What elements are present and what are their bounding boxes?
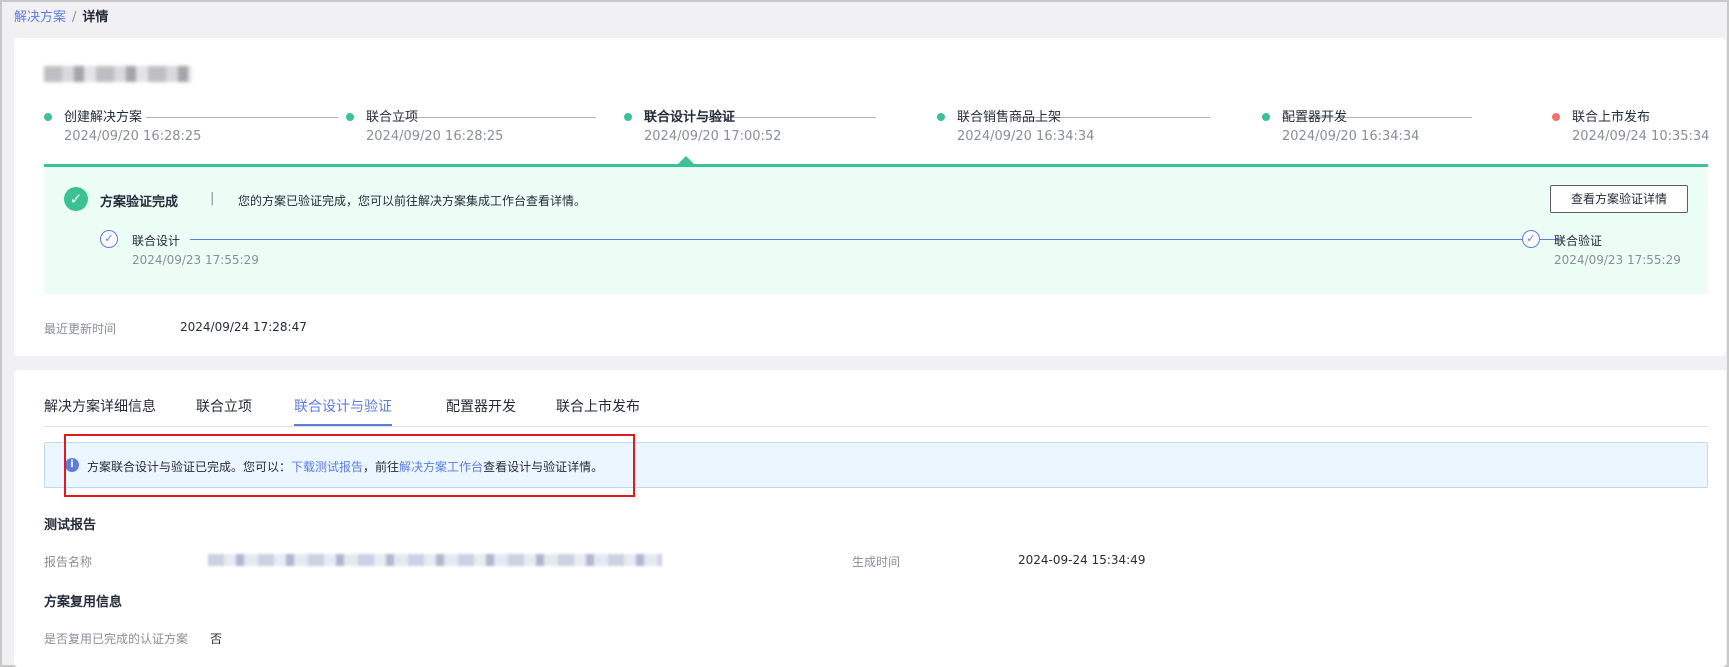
step-label: 创建解决方案 xyxy=(64,110,143,125)
report-name-label: 报告名称 xyxy=(44,555,93,569)
verification-description: 您的方案已验证完成，您可以前往解决方案集成工作台查看详情。 xyxy=(238,194,587,208)
step-error-dot-icon xyxy=(1552,113,1560,121)
breadcrumb: 解决方案 / 详情 xyxy=(14,6,108,25)
last-update-label: 最近更新时间 xyxy=(44,322,117,336)
verification-title: 方案验证完成 xyxy=(100,195,179,210)
tab-solution-details[interactable]: 解决方案详细信息 xyxy=(44,396,156,416)
step-done-dot-icon xyxy=(44,113,52,121)
generated-time-label: 生成时间 xyxy=(852,555,901,569)
active-tab-indicator xyxy=(294,424,392,426)
sub-step-connector xyxy=(190,239,1562,240)
breadcrumb-link-solutions[interactable]: 解决方案 xyxy=(14,10,66,25)
step-time: 2024/09/20 16:34:34 xyxy=(1282,129,1420,144)
step-connector xyxy=(398,117,596,118)
verification-status-panel: ✓ 方案验证完成 | 您的方案已验证完成，您可以前往解决方案集成工作台查看详情。… xyxy=(44,164,1708,294)
sub-step-check-icon: ✓ xyxy=(1522,230,1540,248)
step-done-dot-icon xyxy=(1262,113,1270,121)
sub-step-check-icon: ✓ xyxy=(100,230,118,248)
step-label: 联合设计与验证 xyxy=(644,110,736,125)
view-verification-details-button[interactable]: 查看方案验证详情 xyxy=(1550,185,1688,213)
tab-joint-initiation[interactable]: 联合立项 xyxy=(196,396,252,416)
report-name-redacted xyxy=(208,554,662,566)
last-update-value: 2024/09/24 17:28:47 xyxy=(180,320,307,334)
sub-step-label-design: 联合设计 xyxy=(132,234,181,248)
step-label: 联合销售商品上架 xyxy=(957,110,1062,125)
step-label: 联合立项 xyxy=(366,110,419,125)
breadcrumb-separator: / xyxy=(72,10,77,25)
title-divider: | xyxy=(210,191,215,206)
tab-configurator-development[interactable]: 配置器开发 xyxy=(446,396,516,416)
tab-joint-launch-release[interactable]: 联合上市发布 xyxy=(556,396,640,416)
solution-progress-card: 创建解决方案 2024/09/20 16:28:25 联合立项 2024/09/… xyxy=(14,38,1726,356)
progress-steps: 创建解决方案 2024/09/20 16:28:25 联合立项 2024/09/… xyxy=(44,106,1714,146)
sub-step-time-verification: 2024/09/23 17:55:29 xyxy=(1554,253,1681,267)
success-check-icon: ✓ xyxy=(64,187,88,211)
sub-step-time-design: 2024/09/23 17:55:29 xyxy=(132,253,259,267)
step-label: 配置器开发 xyxy=(1282,110,1348,125)
step-done-dot-icon xyxy=(346,113,354,121)
step-connector xyxy=(146,117,338,118)
tab-joint-design-verification[interactable]: 联合设计与验证 xyxy=(294,396,392,416)
solution-title-redacted xyxy=(44,66,192,82)
step-time: 2024/09/20 16:28:25 xyxy=(366,129,504,144)
active-step-pointer-icon xyxy=(678,156,694,164)
step-time: 2024/09/20 16:28:25 xyxy=(64,129,202,144)
breadcrumb-current: 详情 xyxy=(82,10,109,25)
test-report-section-title: 测试报告 xyxy=(44,518,97,533)
step-time: 2024/09/20 16:34:34 xyxy=(957,129,1095,144)
reuse-label: 是否复用已完成的认证方案 xyxy=(44,632,189,646)
sub-step-label-verification: 联合验证 xyxy=(1554,234,1603,248)
solution-detail-card: 解决方案详细信息 联合立项 联合设计与验证 配置器开发 联合上市发布 i 方案联… xyxy=(14,370,1726,667)
reuse-section-title: 方案复用信息 xyxy=(44,595,123,610)
detail-tabs: 解决方案详细信息 联合立项 联合设计与验证 配置器开发 联合上市发布 xyxy=(44,390,1708,427)
step-label: 联合上市发布 xyxy=(1572,110,1651,125)
generated-time-value: 2024-09-24 15:34:49 xyxy=(1018,553,1146,567)
annotation-highlight-box xyxy=(64,434,635,497)
step-time: 2024/09/20 17:00:52 xyxy=(644,129,782,144)
step-done-dot-icon xyxy=(624,113,632,121)
step-time: 2024/09/24 10:35:34 xyxy=(1572,129,1710,144)
step-done-dot-icon xyxy=(937,113,945,121)
reuse-value: 否 xyxy=(210,632,223,646)
